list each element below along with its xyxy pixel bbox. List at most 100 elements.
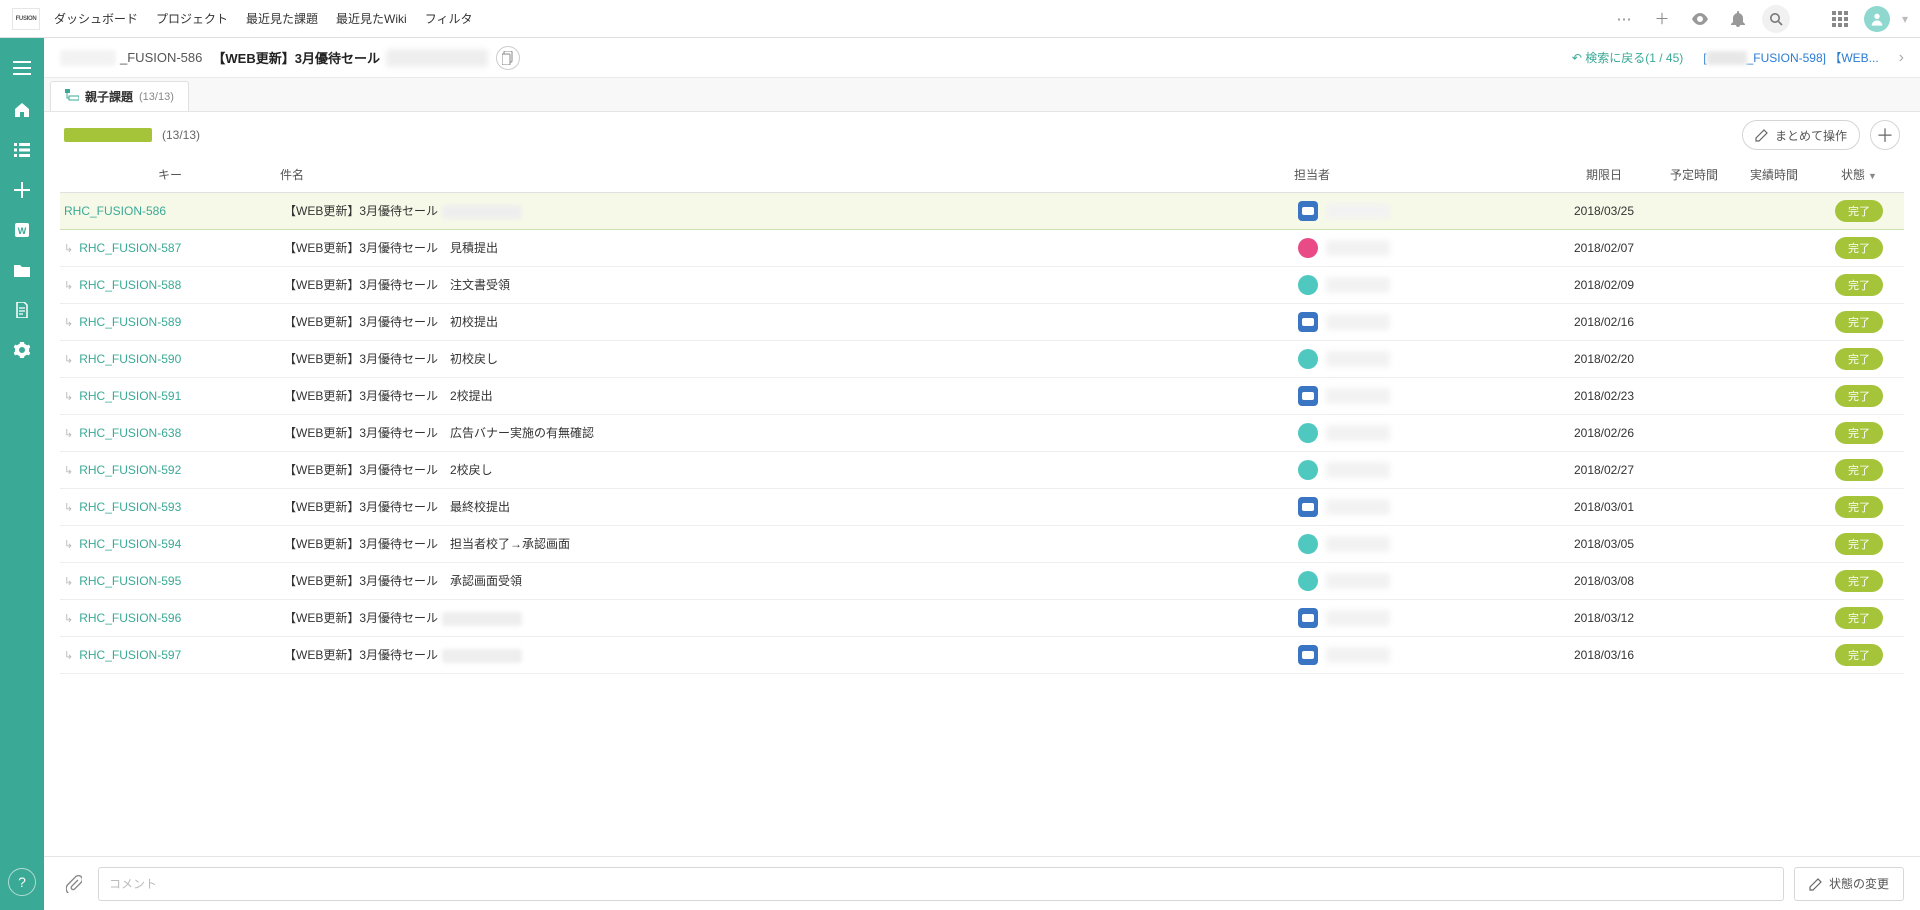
cell-due: 2018/02/26	[1554, 414, 1654, 451]
sidebar-settings-icon[interactable]	[0, 330, 44, 370]
cell-status: 完了	[1814, 192, 1904, 229]
cell-subject: 【WEB更新】3月優待セール 2校提出	[280, 377, 1294, 414]
table-row[interactable]: RHC_FUSION-586【WEB更新】3月優待セールxxxx2018/03/…	[60, 192, 1904, 229]
table-row[interactable]: ↳RHC_FUSION-595【WEB更新】3月優待セール 承認画面受領xxxx…	[60, 562, 1904, 599]
nav-dashboard[interactable]: ダッシュボード	[54, 10, 138, 27]
issue-key-link[interactable]: RHC_FUSION-587	[79, 241, 181, 255]
issue-key-link[interactable]: RHC_FUSION-638	[79, 426, 181, 440]
issue-key-link[interactable]: RHC_FUSION-593	[79, 500, 181, 514]
table-row[interactable]: ↳RHC_FUSION-638【WEB更新】3月優待セール 広告バナー実施の有無…	[60, 414, 1904, 451]
tab-parent-child[interactable]: 親子課題 (13/13)	[50, 81, 189, 111]
col-estimated[interactable]: 予定時間	[1654, 158, 1734, 192]
issue-title-redacted: xxxxxxx	[386, 49, 488, 67]
cell-key: ↳RHC_FUSION-595	[60, 562, 280, 599]
table-row[interactable]: ↳RHC_FUSION-592【WEB更新】3月優待セール 2校戻しxxxx20…	[60, 451, 1904, 488]
nav-filter[interactable]: フィルタ	[425, 10, 473, 27]
cell-due: 2018/03/12	[1554, 599, 1654, 636]
cell-subject: 【WEB更新】3月優待セール 2校戻し	[280, 451, 1294, 488]
subject-text: 【WEB更新】3月優待セール 最終校提出	[284, 500, 510, 514]
issue-key-link[interactable]: RHC_FUSION-595	[79, 574, 181, 588]
main-panel: XXXX _FUSION-586 【WEB更新】3月優待セール xxxxxxx …	[44, 38, 1920, 910]
issue-key-link[interactable]: RHC_FUSION-596	[79, 611, 181, 625]
issue-key-link[interactable]: RHC_FUSION-589	[79, 315, 181, 329]
col-status[interactable]: 状態▼	[1814, 158, 1904, 192]
sidebar-toggle-icon[interactable]	[0, 46, 44, 90]
apps-icon[interactable]	[1826, 5, 1854, 33]
cell-estimated	[1654, 229, 1734, 266]
cell-due: 2018/02/07	[1554, 229, 1654, 266]
table-row[interactable]: ↳RHC_FUSION-587【WEB更新】3月優待セール 見積提出xxxx20…	[60, 229, 1904, 266]
cell-due: 2018/02/16	[1554, 303, 1654, 340]
copy-button[interactable]	[496, 46, 520, 70]
assignee-name-redacted: xxxx	[1326, 499, 1390, 515]
cell-subject: 【WEB更新】3月優待セール 担当者校了→承認画面	[280, 525, 1294, 562]
cell-key: ↳RHC_FUSION-589	[60, 303, 280, 340]
app-logo[interactable]: FUSION	[12, 8, 40, 30]
assignee-avatar-icon	[1298, 201, 1318, 221]
cell-actual	[1734, 192, 1814, 229]
add-child-button[interactable]: ＋	[1870, 120, 1900, 150]
col-actual[interactable]: 実績時間	[1734, 158, 1814, 192]
issue-key-link[interactable]: RHC_FUSION-594	[79, 537, 181, 551]
col-subject[interactable]: 件名	[280, 158, 1294, 192]
status-pill: 完了	[1835, 237, 1883, 259]
issue-key-link[interactable]: RHC_FUSION-588	[79, 278, 181, 292]
more-icon[interactable]: ⋯	[1610, 5, 1638, 33]
issue-key-link[interactable]: RHC_FUSION-591	[79, 389, 181, 403]
sidebar-help-icon[interactable]: ?	[8, 868, 36, 896]
issue-key-link[interactable]: RHC_FUSION-586	[64, 204, 166, 218]
status-pill: 完了	[1835, 607, 1883, 629]
sidebar-doc-icon[interactable]	[0, 290, 44, 330]
cell-status: 完了	[1814, 303, 1904, 340]
next-issue-arrow-icon[interactable]: ›	[1899, 49, 1904, 67]
issue-key-link[interactable]: RHC_FUSION-590	[79, 352, 181, 366]
child-arrow-icon: ↳	[64, 354, 73, 366]
table-row[interactable]: ↳RHC_FUSION-597【WEB更新】3月優待セールxxxx2018/03…	[60, 636, 1904, 673]
table-row[interactable]: ↳RHC_FUSION-588【WEB更新】3月優待セール 注文書受領xxxx2…	[60, 266, 1904, 303]
cell-assignee: xxxx	[1294, 303, 1554, 340]
sidebar-home-icon[interactable]	[0, 90, 44, 130]
cell-status: 完了	[1814, 451, 1904, 488]
comment-input[interactable]	[98, 867, 1784, 901]
table-row[interactable]: ↳RHC_FUSION-594【WEB更新】3月優待セール 担当者校了→承認画面…	[60, 525, 1904, 562]
table-row[interactable]: ↳RHC_FUSION-593【WEB更新】3月優待セール 最終校提出xxxx2…	[60, 488, 1904, 525]
table-row[interactable]: ↳RHC_FUSION-590【WEB更新】3月優待セール 初校戻しxxxx20…	[60, 340, 1904, 377]
user-avatar[interactable]	[1864, 6, 1890, 32]
sidebar-file-icon[interactable]	[0, 250, 44, 290]
cell-estimated	[1654, 451, 1734, 488]
nav-recent-wiki[interactable]: 最近見たWiki	[336, 10, 407, 27]
cell-subject: 【WEB更新】3月優待セール 初校提出	[280, 303, 1294, 340]
col-due[interactable]: 期限日	[1554, 158, 1654, 192]
footer-bar: 状態の変更	[44, 856, 1920, 910]
issue-key-link[interactable]: RHC_FUSION-597	[79, 648, 181, 662]
search-icon[interactable]	[1762, 5, 1790, 33]
assignee-name-redacted: xxxx	[1326, 610, 1390, 626]
cell-estimated	[1654, 636, 1734, 673]
cell-actual	[1734, 451, 1814, 488]
col-key[interactable]: キー	[60, 158, 280, 192]
user-menu-caret-icon[interactable]: ▾	[1902, 12, 1908, 26]
cell-key: ↳ RHC_FUSION-590	[60, 340, 280, 377]
sidebar-list-icon[interactable]	[0, 130, 44, 170]
next-issue-link[interactable]: [XXX_FUSION-598] 【WEB...	[1703, 49, 1878, 66]
back-to-search-link[interactable]: 検索に戻る(1 / 45)	[1572, 49, 1683, 66]
nav-recent-issues[interactable]: 最近見た課題	[246, 10, 318, 27]
table-row[interactable]: ↳RHC_FUSION-589【WEB更新】3月優待セール 初校提出xxxx20…	[60, 303, 1904, 340]
sidebar-wiki-icon[interactable]: W	[0, 210, 44, 250]
table-row[interactable]: ↳RHC_FUSION-591【WEB更新】3月優待セール 2校提出xxxx20…	[60, 377, 1904, 414]
nav-project[interactable]: プロジェクト	[156, 10, 228, 27]
table-row[interactable]: ↳RHC_FUSION-596【WEB更新】3月優待セールxxxx2018/03…	[60, 599, 1904, 636]
issue-key-link[interactable]: RHC_FUSION-592	[79, 463, 181, 477]
bell-icon[interactable]	[1724, 5, 1752, 33]
assignee-avatar-icon	[1298, 497, 1318, 517]
global-topbar: FUSION ダッシュボード プロジェクト 最近見た課題 最近見たWiki フィ…	[0, 0, 1920, 38]
watch-icon[interactable]	[1686, 5, 1714, 33]
subject-text: 【WEB更新】3月優待セール	[284, 611, 438, 625]
col-assignee[interactable]: 担当者	[1294, 158, 1554, 192]
sidebar-add-icon[interactable]	[0, 170, 44, 210]
status-change-button[interactable]: 状態の変更	[1794, 867, 1904, 901]
attachment-icon[interactable]	[60, 870, 88, 898]
cell-actual	[1734, 303, 1814, 340]
bulk-action-button[interactable]: まとめて操作	[1742, 120, 1860, 150]
add-icon[interactable]: ＋	[1648, 5, 1676, 33]
